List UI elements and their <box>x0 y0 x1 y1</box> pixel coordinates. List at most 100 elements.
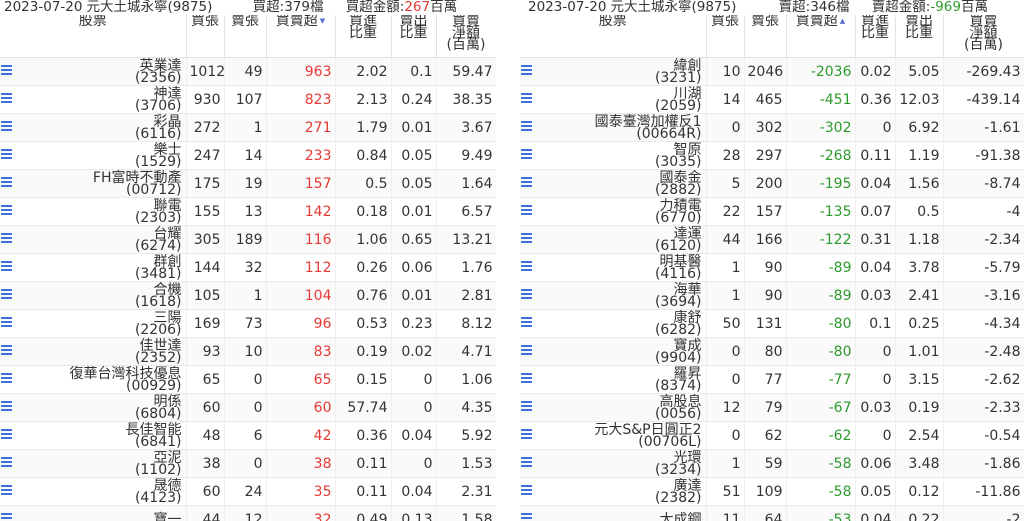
stock-cell[interactable]: 康舒 (6282) <box>520 309 707 338</box>
list-menu-icon[interactable] <box>1 401 12 413</box>
stock-cell[interactable]: 明基醫 (4116) <box>520 253 707 282</box>
stock-cell[interactable]: 三陽 (2206) <box>0 309 187 338</box>
header-buy-lots[interactable]: 買張 <box>186 15 225 58</box>
list-menu-icon[interactable] <box>521 261 532 273</box>
table-row[interactable]: 廣達 (2382) 51 109 -58 0.05 0.12 -11.86 <box>520 477 1024 506</box>
list-menu-icon[interactable] <box>521 121 532 133</box>
table-row[interactable]: 佳世達 (2352) 93 10 83 0.19 0.02 4.71 <box>0 337 496 366</box>
list-menu-icon[interactable] <box>521 373 532 385</box>
stock-cell[interactable]: 元大S&P日圓正2 (00706L) <box>520 421 707 450</box>
table-row[interactable]: 神達 (3706) 930 107 823 2.13 0.24 38.35 <box>0 85 496 114</box>
table-row[interactable]: 明係 (6804) 60 0 60 57.74 0 4.35 <box>0 393 496 422</box>
stock-cell[interactable]: 台耀 (6274) <box>0 225 187 254</box>
table-row[interactable]: 光環 (3234) 1 59 -58 0.06 3.48 -1.86 <box>520 449 1024 478</box>
table-row[interactable]: 康舒 (6282) 50 131 -80 0.1 0.25 -4.34 <box>520 309 1024 338</box>
table-row[interactable]: 國泰金 (2882) 5 200 -195 0.04 1.56 -8.74 <box>520 169 1024 198</box>
list-menu-icon[interactable] <box>1 121 12 133</box>
table-row[interactable]: 長佳智能 (6841) 48 6 42 0.36 0.04 5.92 <box>0 421 496 450</box>
list-menu-icon[interactable] <box>1 65 12 77</box>
table-row[interactable]: 智原 (3035) 28 297 -268 0.11 1.19 -91.38 <box>520 141 1024 170</box>
list-menu-icon[interactable] <box>521 513 532 521</box>
header-stock[interactable]: 股票 <box>0 15 187 58</box>
list-menu-icon[interactable] <box>521 401 532 413</box>
stock-cell[interactable]: 亞泥 (1102) <box>0 449 187 478</box>
list-menu-icon[interactable] <box>1 205 12 217</box>
table-row[interactable]: 聯電 (2303) 155 13 142 0.18 0.01 6.57 <box>0 197 496 226</box>
stock-cell[interactable]: 寶一 <box>0 505 187 521</box>
stock-cell[interactable]: 合機 (1618) <box>0 281 187 310</box>
table-row[interactable]: 寶成 (9904) 0 80 -80 0 1.01 -2.48 <box>520 337 1024 366</box>
list-menu-icon[interactable] <box>521 429 532 441</box>
stock-cell[interactable]: 長佳智能 (6841) <box>0 421 187 450</box>
header-sell-lots[interactable]: 賣張 <box>744 15 787 58</box>
table-row[interactable]: 彩晶 (6116) 272 1 271 1.79 0.01 3.67 <box>0 113 496 142</box>
list-menu-icon[interactable] <box>1 93 12 105</box>
table-row[interactable]: 合機 (1618) 105 1 104 0.76 0.01 2.81 <box>0 281 496 310</box>
table-row[interactable]: 高股息 (0056) 12 79 -67 0.03 0.19 -2.33 <box>520 393 1024 422</box>
table-row[interactable]: 元大S&P日圓正2 (00706L) 0 62 -62 0 2.54 -0.54 <box>520 421 1024 450</box>
stock-cell[interactable]: 彩晶 (6116) <box>0 113 187 142</box>
stock-cell[interactable]: 英業達 (2356) <box>0 57 187 86</box>
stock-cell[interactable]: 國泰金 (2882) <box>520 169 707 198</box>
header-net[interactable]: 買賣超 ▼ <box>266 15 336 58</box>
header-buy-ratio[interactable]: 買進 比重 <box>335 15 392 58</box>
table-row[interactable]: 羅昇 (8374) 0 77 -77 0 3.15 -2.62 <box>520 365 1024 394</box>
stock-cell[interactable]: 川湖 (2059) <box>520 85 707 114</box>
header-buy-ratio[interactable]: 買進 比重 <box>855 15 896 58</box>
table-row[interactable]: FH富時不動產 (00712) 175 19 157 0.5 0.05 1.64 <box>0 169 496 198</box>
table-row[interactable]: 大成鋼 11 64 -53 0.04 0.22 -2 <box>520 505 1024 521</box>
list-menu-icon[interactable] <box>521 65 532 77</box>
table-row[interactable]: 台耀 (6274) 305 189 116 1.06 0.65 13.21 <box>0 225 496 254</box>
table-row[interactable]: 三陽 (2206) 169 73 96 0.53 0.23 8.12 <box>0 309 496 338</box>
header-sell-lots[interactable]: 賣張 <box>224 15 267 58</box>
list-menu-icon[interactable] <box>1 149 12 161</box>
table-row[interactable]: 晟德 (4123) 60 24 35 0.11 0.04 2.31 <box>0 477 496 506</box>
table-row[interactable]: 亞泥 (1102) 38 0 38 0.11 0 1.53 <box>0 449 496 478</box>
table-row[interactable]: 海華 (3694) 1 90 -89 0.03 2.41 -3.16 <box>520 281 1024 310</box>
table-row[interactable]: 英業達 (2356) 1012 49 963 2.02 0.1 59.47 <box>0 57 496 86</box>
table-row[interactable]: 寶一 44 12 32 0.49 0.13 1.58 <box>0 505 496 521</box>
stock-cell[interactable]: 佳世達 (2352) <box>0 337 187 366</box>
table-row[interactable]: 群創 (3481) 144 32 112 0.26 0.06 1.76 <box>0 253 496 282</box>
header-net-amount[interactable]: 買賣 淨額 (百萬) <box>943 15 1024 58</box>
stock-cell[interactable]: 海華 (3694) <box>520 281 707 310</box>
stock-cell[interactable]: 國泰臺灣加權反1 (00664R) <box>520 113 707 142</box>
table-row[interactable]: 力積電 (6770) 22 157 -135 0.07 0.5 -4 <box>520 197 1024 226</box>
list-menu-icon[interactable] <box>1 429 12 441</box>
table-row[interactable]: 明基醫 (4116) 1 90 -89 0.04 3.78 -5.79 <box>520 253 1024 282</box>
list-menu-icon[interactable] <box>1 345 12 357</box>
table-row[interactable]: 國泰臺灣加權反1 (00664R) 0 302 -302 0 6.92 -1.61 <box>520 113 1024 142</box>
list-menu-icon[interactable] <box>521 93 532 105</box>
list-menu-icon[interactable] <box>1 317 12 329</box>
stock-cell[interactable]: 樂士 (1529) <box>0 141 187 170</box>
stock-cell[interactable]: 寶成 (9904) <box>520 337 707 366</box>
stock-cell[interactable]: 高股息 (0056) <box>520 393 707 422</box>
header-net[interactable]: 買賣超 ▲ <box>786 15 856 58</box>
list-menu-icon[interactable] <box>1 233 12 245</box>
list-menu-icon[interactable] <box>1 513 12 521</box>
list-menu-icon[interactable] <box>521 205 532 217</box>
list-menu-icon[interactable] <box>521 177 532 189</box>
stock-name[interactable]: 寶一 <box>3 513 183 521</box>
header-sell-ratio[interactable]: 賣出 比重 <box>895 15 944 58</box>
stock-cell[interactable]: 羅昇 (8374) <box>520 365 707 394</box>
list-menu-icon[interactable] <box>1 457 12 469</box>
table-row[interactable]: 緯創 (3231) 10 2046 -2036 0.02 5.05 -269.43 <box>520 57 1024 86</box>
table-row[interactable]: 川湖 (2059) 14 465 -451 0.36 12.03 -439.14 <box>520 85 1024 114</box>
stock-cell[interactable]: 神達 (3706) <box>0 85 187 114</box>
stock-cell[interactable]: FH富時不動產 (00712) <box>0 169 187 198</box>
list-menu-icon[interactable] <box>521 457 532 469</box>
stock-cell[interactable]: 達運 (6120) <box>520 225 707 254</box>
stock-cell[interactable]: 復華台灣科技優息 (00929) <box>0 365 187 394</box>
list-menu-icon[interactable] <box>521 485 532 497</box>
list-menu-icon[interactable] <box>1 373 12 385</box>
table-row[interactable]: 樂士 (1529) 247 14 233 0.84 0.05 9.49 <box>0 141 496 170</box>
list-menu-icon[interactable] <box>1 261 12 273</box>
list-menu-icon[interactable] <box>1 289 12 301</box>
list-menu-icon[interactable] <box>521 345 532 357</box>
list-menu-icon[interactable] <box>521 317 532 329</box>
list-menu-icon[interactable] <box>521 233 532 245</box>
stock-cell[interactable]: 廣達 (2382) <box>520 477 707 506</box>
stock-cell[interactable]: 群創 (3481) <box>0 253 187 282</box>
list-menu-icon[interactable] <box>521 289 532 301</box>
